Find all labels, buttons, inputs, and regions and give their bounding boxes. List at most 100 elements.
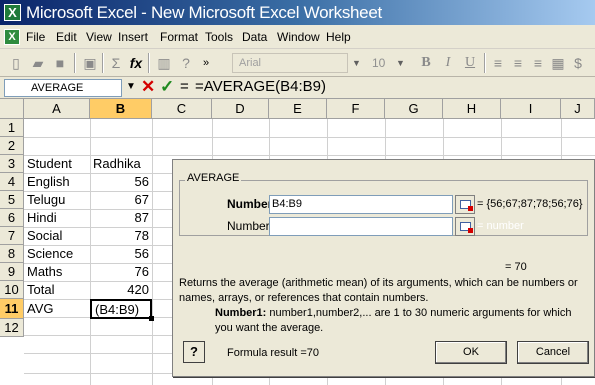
toolbar-separator bbox=[148, 53, 150, 73]
italic-button[interactable]: I bbox=[438, 53, 458, 73]
row-header-10[interactable]: 10 bbox=[0, 281, 24, 299]
row-header-11[interactable]: 11 bbox=[0, 299, 24, 319]
argument-help: Number1: number1,number2,... are 1 to 30… bbox=[215, 306, 587, 336]
chart-wizard-icon[interactable]: ▥ bbox=[154, 53, 174, 73]
size-dropdown-icon[interactable]: ▼ bbox=[396, 53, 405, 73]
toolbar-options-icon[interactable]: » bbox=[196, 53, 216, 73]
workbook-icon[interactable]: X bbox=[4, 29, 20, 45]
active-cell-b11[interactable]: (B4:B9) bbox=[90, 299, 154, 321]
cell-b6[interactable]: 87 bbox=[90, 209, 152, 227]
menu-file[interactable]: File bbox=[26, 30, 45, 44]
column-header-c[interactable]: C bbox=[152, 99, 212, 119]
merge-center-icon[interactable]: ▦ bbox=[548, 53, 568, 73]
number1-collapse-button[interactable] bbox=[455, 195, 475, 214]
open-icon[interactable]: ▰ bbox=[28, 53, 48, 73]
insert-function-icon[interactable]: fx bbox=[126, 53, 146, 73]
cell-b9[interactable]: 76 bbox=[90, 263, 152, 281]
cell-b4[interactable]: 56 bbox=[90, 173, 152, 191]
font-dropdown-icon[interactable]: ▼ bbox=[352, 53, 361, 73]
column-header-j[interactable]: J bbox=[561, 99, 595, 119]
cell-b10[interactable]: 420 bbox=[90, 281, 152, 299]
menu-data[interactable]: Data bbox=[242, 30, 267, 44]
cell-a4[interactable]: English bbox=[24, 173, 90, 191]
cell-b5[interactable]: 67 bbox=[90, 191, 152, 209]
menu-help[interactable]: Help bbox=[326, 30, 351, 44]
row-header-4[interactable]: 4 bbox=[0, 173, 24, 191]
fill-handle[interactable] bbox=[149, 316, 154, 321]
cell-a7[interactable]: Social bbox=[24, 227, 90, 245]
enter-entry-icon[interactable]: ✓ bbox=[160, 77, 174, 97]
menu-bar: X File Edit View Insert Format Tools Dat… bbox=[0, 25, 595, 49]
cell-a9[interactable]: Maths bbox=[24, 263, 90, 281]
align-left-icon[interactable]: ≡ bbox=[488, 53, 508, 73]
align-center-icon[interactable]: ≡ bbox=[508, 53, 528, 73]
cancel-button[interactable]: Cancel bbox=[517, 341, 589, 364]
range-select-icon bbox=[460, 222, 473, 233]
row-header-1[interactable]: 1 bbox=[0, 119, 24, 137]
column-header-h[interactable]: H bbox=[443, 99, 501, 119]
menu-tools[interactable]: Tools bbox=[205, 30, 233, 44]
column-header-d[interactable]: D bbox=[212, 99, 269, 119]
grid-line bbox=[152, 119, 153, 385]
number2-collapse-button[interactable] bbox=[455, 217, 475, 236]
formula-input[interactable]: =AVERAGE(B4:B9) bbox=[195, 78, 326, 95]
function-name-label: AVERAGE bbox=[185, 172, 242, 184]
row-header-5[interactable]: 5 bbox=[0, 191, 24, 209]
menu-insert[interactable]: Insert bbox=[118, 30, 148, 44]
column-header-b[interactable]: B bbox=[90, 99, 152, 119]
save-icon[interactable]: ■ bbox=[50, 53, 70, 73]
function-arguments-dialog: AVERAGE Number1 B4:B9 = {56;67;87;78;56;… bbox=[172, 159, 595, 377]
help-icon[interactable]: ? bbox=[176, 53, 196, 73]
cell-a8[interactable]: Science bbox=[24, 245, 90, 263]
new-icon[interactable]: ▯ bbox=[6, 53, 26, 73]
cell-a5[interactable]: Telugu bbox=[24, 191, 90, 209]
cancel-entry-icon[interactable]: ✕ bbox=[141, 77, 155, 97]
print-preview-icon[interactable]: ▣ bbox=[80, 53, 100, 73]
number2-input[interactable] bbox=[269, 217, 453, 236]
cell-a11[interactable]: AVG bbox=[24, 300, 90, 318]
column-header-a[interactable]: A bbox=[24, 99, 90, 119]
menu-edit[interactable]: Edit bbox=[56, 30, 77, 44]
menu-format[interactable]: Format bbox=[160, 30, 198, 44]
name-box[interactable]: AVERAGE bbox=[4, 79, 122, 97]
row-header-9[interactable]: 9 bbox=[0, 263, 24, 281]
cell-a3[interactable]: Student bbox=[24, 155, 90, 173]
row-header-8[interactable]: 8 bbox=[0, 245, 24, 263]
range-select-icon bbox=[460, 200, 473, 211]
menu-view[interactable]: View bbox=[86, 30, 112, 44]
column-header-g[interactable]: G bbox=[385, 99, 443, 119]
autosum-icon[interactable]: Σ bbox=[106, 53, 126, 73]
font-name-select[interactable]: Arial bbox=[232, 53, 348, 73]
row-header-2[interactable]: 2 bbox=[0, 137, 24, 155]
column-header-i[interactable]: I bbox=[501, 99, 561, 119]
menu-window[interactable]: Window bbox=[277, 30, 320, 44]
help-button[interactable]: ? bbox=[183, 341, 205, 363]
cell-b3[interactable]: Radhika bbox=[90, 155, 152, 173]
row-header-3[interactable]: 3 bbox=[0, 155, 24, 173]
column-header-f[interactable]: F bbox=[327, 99, 385, 119]
edit-formula-button[interactable]: = bbox=[180, 78, 189, 95]
row-header-12[interactable]: 12 bbox=[0, 319, 24, 337]
row-header-7[interactable]: 7 bbox=[0, 227, 24, 245]
currency-button[interactable]: $ bbox=[568, 53, 588, 73]
column-header-e[interactable]: E bbox=[269, 99, 327, 119]
select-all-button[interactable] bbox=[0, 99, 24, 119]
bold-button[interactable]: B bbox=[416, 53, 436, 73]
cell-b8[interactable]: 56 bbox=[90, 245, 152, 263]
argument-help-label: Number1: bbox=[215, 307, 267, 319]
number1-input[interactable]: B4:B9 bbox=[269, 195, 453, 214]
cell-a10[interactable]: Total bbox=[24, 281, 90, 299]
window-title: Microsoft Excel - New Microsoft Excel Wo… bbox=[26, 3, 382, 22]
underline-button[interactable]: U bbox=[460, 53, 480, 73]
cell-a6[interactable]: Hindi bbox=[24, 209, 90, 227]
function-description: Returns the average (arithmetic mean) of… bbox=[179, 277, 578, 304]
cell-b11[interactable]: (B4:B9) bbox=[94, 301, 150, 319]
align-right-icon[interactable]: ≡ bbox=[528, 53, 548, 73]
title-bar: X Microsoft Excel - New Microsoft Excel … bbox=[0, 0, 595, 25]
ok-button[interactable]: OK bbox=[435, 341, 507, 364]
grid-line bbox=[24, 137, 595, 138]
row-header-6[interactable]: 6 bbox=[0, 209, 24, 227]
excel-icon[interactable]: X bbox=[4, 4, 21, 21]
cell-b7[interactable]: 78 bbox=[90, 227, 152, 245]
name-box-dropdown-icon[interactable]: ▼ bbox=[126, 81, 136, 92]
